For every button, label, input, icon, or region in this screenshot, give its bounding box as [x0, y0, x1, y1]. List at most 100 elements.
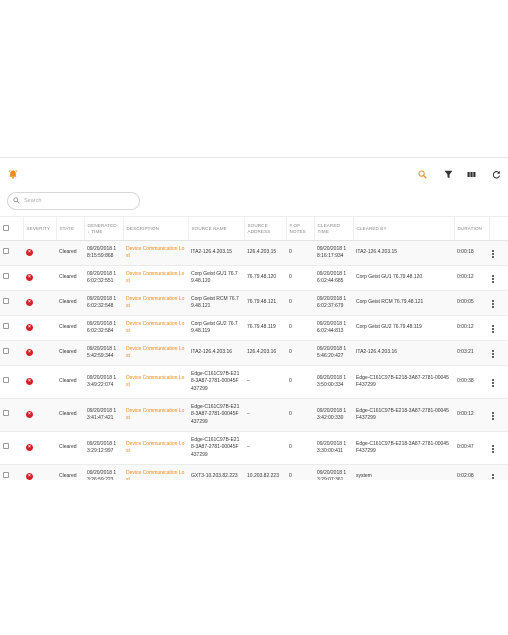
duration-cell: 0:00:47	[454, 431, 489, 465]
description-link[interactable]: Device Communication Lost	[123, 240, 188, 266]
generated-time-cell: 09/20/2018 13:41:47:421	[84, 398, 123, 432]
row-select-cell[interactable]	[0, 315, 23, 341]
row-checkbox[interactable]	[3, 377, 9, 384]
generated-time-cell: 09/20/2018 16:02:32:551	[84, 265, 123, 291]
row-select-cell[interactable]	[0, 290, 23, 316]
cleared-time-cell: 09/20/2018 13:42:00:330	[314, 398, 353, 432]
duration-cell: 0:00:05	[454, 290, 489, 316]
cleared-by-cell: Edge-C161C97B-E218-3A87-2781-00045F43729…	[353, 431, 454, 465]
critical-severity-icon: ×	[26, 411, 33, 419]
row-actions-cell[interactable]	[489, 365, 508, 399]
cleared-by-cell: ITA2-126.4.203.15	[353, 240, 454, 266]
row-actions-cell[interactable]	[489, 240, 508, 266]
row-checkbox[interactable]	[3, 472, 9, 479]
row-checkbox[interactable]	[3, 323, 9, 330]
row-checkbox[interactable]	[3, 248, 9, 255]
row-select-cell[interactable]	[0, 340, 23, 366]
table-row[interactable]: × Cleared 09/20/2018 16:02:32:551 Device Co…	[0, 265, 508, 291]
header-severity[interactable]: SEVERITY	[22, 216, 56, 241]
notes-cell: 0	[286, 365, 314, 399]
state-cell: Cleared	[56, 315, 84, 341]
alarms-panel: SEVERITY STATE GENERATED ↓ TIME DESCRIPT…	[0, 157, 508, 480]
more-vert-icon[interactable]	[492, 474, 494, 480]
generated-time-cell: 09/20/2018 16:02:32:584	[84, 315, 123, 341]
more-vert-icon[interactable]	[492, 325, 494, 333]
row-checkbox[interactable]	[3, 348, 9, 355]
description-link[interactable]: Device Communication Lost	[123, 290, 188, 316]
table-row[interactable]: × Cleared 09/20/2018 13:41:47:421 Device Co…	[0, 398, 508, 432]
notes-cell: 0	[286, 340, 314, 366]
row-select-cell[interactable]	[0, 240, 23, 266]
header-duration[interactable]: DURATION	[453, 216, 489, 241]
more-vert-icon[interactable]	[492, 350, 494, 358]
header-source-address[interactable]: SOURCE ADDRESS	[243, 216, 286, 241]
cleared-time-cell: 09/20/2018 16:02:37:679	[314, 290, 353, 316]
row-select-cell[interactable]	[0, 265, 23, 291]
refresh-icon[interactable]	[489, 167, 503, 181]
source-name-cell: GXT3-10.203.82.223	[188, 464, 244, 480]
generated-time-cell: 09/20/2018 16:02:32:548	[84, 290, 123, 316]
header-source-name[interactable]: SOURCE NAME	[187, 216, 244, 241]
header-cleared-by[interactable]: CLEARED BY	[352, 216, 454, 241]
select-all-header[interactable]	[0, 216, 23, 241]
cleared-by-cell: Corp Geist GU2 76.79.48.119	[353, 315, 454, 341]
header-notes[interactable]: # OF NOTES	[285, 216, 314, 241]
source-name-cell: ITA2-126.4.203.15	[188, 240, 244, 266]
more-vert-icon[interactable]	[492, 300, 494, 308]
description-link[interactable]: Device Communication Lost	[123, 365, 188, 399]
row-actions-cell[interactable]	[489, 398, 508, 432]
more-vert-icon[interactable]	[492, 250, 494, 258]
row-checkbox[interactable]	[3, 443, 9, 450]
header-generated-time[interactable]: GENERATED ↓ TIME	[83, 216, 123, 241]
row-select-cell[interactable]	[0, 365, 23, 399]
row-select-cell[interactable]	[0, 431, 23, 465]
row-actions-cell[interactable]	[489, 290, 508, 316]
row-actions-cell[interactable]	[489, 315, 508, 341]
alarms-table: SEVERITY STATE GENERATED ↓ TIME DESCRIPT…	[0, 216, 508, 480]
table-row[interactable]: × Cleared 09/20/2018 13:29:12:997 Device Co…	[0, 431, 508, 465]
row-checkbox[interactable]	[3, 298, 9, 305]
filter-icon[interactable]	[441, 167, 455, 181]
row-actions-cell[interactable]	[489, 265, 508, 291]
more-vert-icon[interactable]	[492, 275, 494, 283]
columns-icon[interactable]	[464, 167, 478, 181]
table-row[interactable]: × Cleared 09/20/2018 18:15:59:868 Device Co…	[0, 240, 508, 266]
state-cell: Cleared	[56, 340, 84, 366]
description-link[interactable]: Device Communication Lost	[123, 431, 188, 465]
row-actions-cell[interactable]	[489, 431, 508, 465]
description-link[interactable]: Device Communication Lost	[123, 315, 188, 341]
row-actions-cell[interactable]	[489, 340, 508, 366]
search-box[interactable]	[7, 192, 140, 210]
alarm-bell-icon	[6, 167, 20, 181]
description-link[interactable]: Device Communication Lost	[123, 398, 188, 432]
header-cleared-time[interactable]: CLEARED TIME	[313, 216, 353, 241]
header-description[interactable]: DESCRIPTION	[122, 216, 188, 241]
more-vert-icon[interactable]	[492, 379, 494, 387]
description-link[interactable]: Device Communication Lost	[123, 464, 188, 480]
row-actions-cell[interactable]	[489, 464, 508, 480]
more-vert-icon[interactable]	[492, 445, 494, 453]
table-row[interactable]: × Cleared 09/20/2018 16:02:32:584 Device Co…	[0, 315, 508, 341]
description-link[interactable]: Device Communication Lost	[123, 265, 188, 291]
search-input[interactable]	[24, 194, 132, 207]
select-all-checkbox[interactable]	[3, 224, 9, 231]
source-address-cell: 76.79.48.121	[244, 290, 286, 316]
severity-cell: ×	[23, 240, 56, 266]
row-checkbox[interactable]	[3, 410, 9, 417]
description-link[interactable]: Device Communication Lost	[123, 340, 188, 366]
table-row[interactable]: × Cleared 09/20/2018 13:26:59:223 Device Co…	[0, 464, 508, 480]
header-state[interactable]: STATE	[55, 216, 84, 241]
header-actions	[488, 216, 508, 241]
row-select-cell[interactable]	[0, 464, 23, 480]
cleared-by-cell: Corp Geist GU1 76.79.48.120	[353, 265, 454, 291]
table-row[interactable]: × Cleared 09/20/2018 15:42:59:344 Device Co…	[0, 340, 508, 366]
row-select-cell[interactable]	[0, 398, 23, 432]
critical-severity-icon: ×	[26, 274, 33, 282]
more-vert-icon[interactable]	[492, 412, 494, 420]
search-icon[interactable]	[415, 167, 429, 181]
row-checkbox[interactable]	[3, 273, 9, 280]
table-row[interactable]: × Cleared 09/20/2018 16:02:32:548 Device Co…	[0, 290, 508, 316]
source-name-cell: Edge-C161C97B-E218-3A87-2781-00045F43729…	[188, 365, 244, 399]
table-row[interactable]: × Cleared 09/20/2018 13:49:22:074 Device Co…	[0, 365, 508, 399]
table-body: × Cleared 09/20/2018 18:15:59:868 Device Co…	[0, 240, 508, 480]
